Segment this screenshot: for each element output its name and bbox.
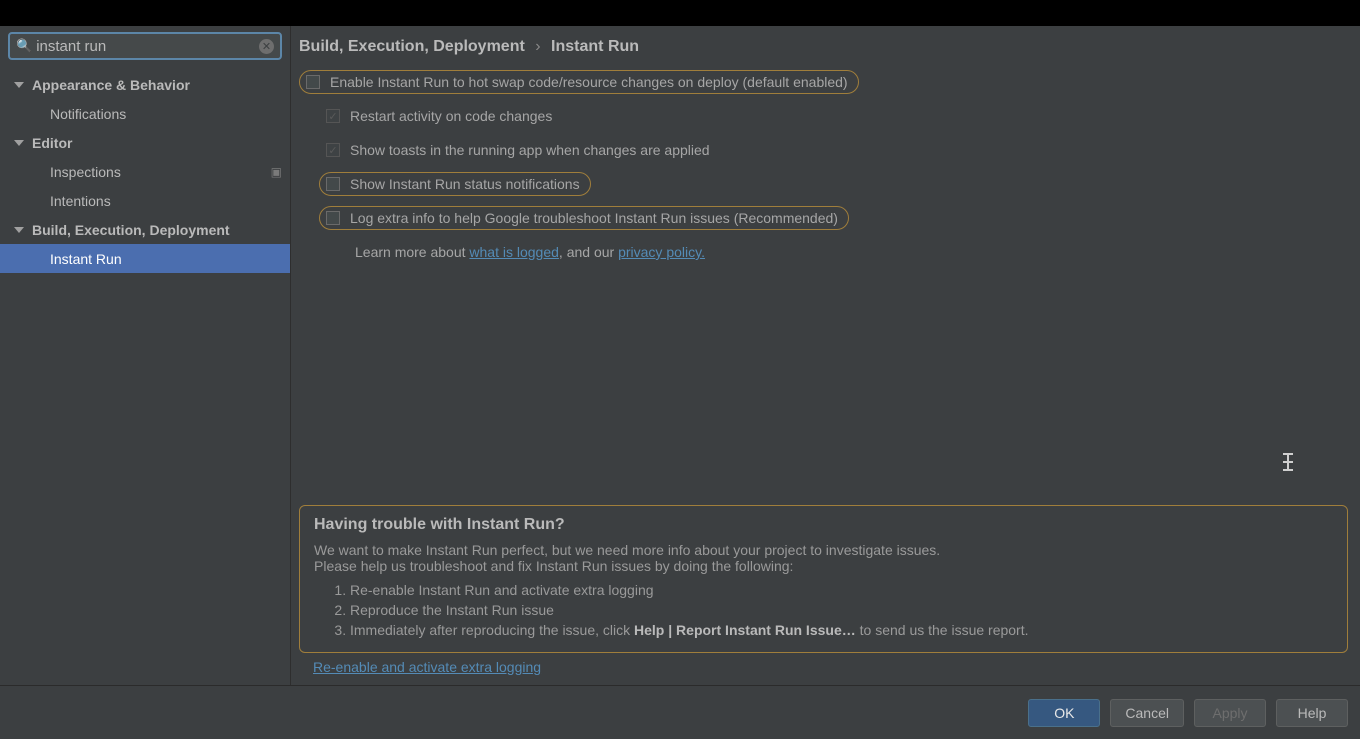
checkbox-label: Restart activity on code changes	[350, 108, 552, 124]
sidebar-item-label: Inspections	[50, 164, 121, 180]
checkbox-icon	[306, 75, 320, 89]
trouble-step-1: Re-enable Instant Run and activate extra…	[350, 582, 1333, 598]
checkbox-icon: ✓	[326, 143, 340, 157]
trouble-line-2: Please help us troubleshoot and fix Inst…	[314, 558, 1333, 574]
chevron-down-icon	[14, 227, 24, 233]
settings-tree: Appearance & Behavior Notifications Edit…	[0, 66, 290, 273]
sidebar-item-notifications[interactable]: Notifications	[0, 99, 290, 128]
checkbox-label: Show Instant Run status notifications	[350, 176, 580, 192]
checkbox-log-extra-info[interactable]: Log extra info to help Google troublesho…	[319, 206, 849, 230]
sidebar-item-inspections[interactable]: Inspections ▣	[0, 157, 290, 186]
help-button[interactable]: Help	[1276, 699, 1348, 727]
ok-button[interactable]: OK	[1028, 699, 1100, 727]
trouble-step-3: Immediately after reproducing the issue,…	[350, 622, 1333, 638]
cancel-button[interactable]: Cancel	[1110, 699, 1184, 727]
link-reenable-logging[interactable]: Re-enable and activate extra logging	[313, 659, 541, 675]
checkbox-restart-activity[interactable]: ✓ Restart activity on code changes	[319, 104, 563, 128]
breadcrumb-leaf: Instant Run	[551, 38, 639, 55]
reenable-link-row: Re-enable and activate extra logging	[313, 659, 1348, 675]
trouble-step-3-action: Help | Report Instant Run Issue…	[634, 622, 856, 638]
sidebar-group-label: Build, Execution, Deployment	[32, 222, 230, 238]
breadcrumb-sep: ›	[535, 38, 540, 55]
breadcrumb: Build, Execution, Deployment › Instant R…	[291, 26, 1360, 68]
trouble-step-2: Reproduce the Instant Run issue	[350, 602, 1333, 618]
apply-button[interactable]: Apply	[1194, 699, 1266, 727]
trouble-section: Having trouble with Instant Run? We want…	[299, 505, 1348, 675]
options-panel: Enable Instant Run to hot swap code/reso…	[291, 68, 1360, 260]
clear-search-icon[interactable]: ✕	[259, 39, 274, 54]
sidebar-group-label: Editor	[32, 135, 72, 151]
sidebar-item-intentions[interactable]: Intentions	[0, 186, 290, 215]
checkbox-icon	[326, 177, 340, 191]
checkbox-label: Log extra info to help Google troublesho…	[350, 210, 838, 226]
text-cursor-icon	[1287, 454, 1289, 470]
trouble-panel: Having trouble with Instant Run? We want…	[299, 505, 1348, 653]
main-area: 🔍 ✕ Appearance & Behavior Notifications …	[0, 26, 1360, 685]
sidebar-group-build[interactable]: Build, Execution, Deployment	[0, 215, 290, 244]
sidebar-item-label: Instant Run	[50, 251, 122, 267]
settings-content: Build, Execution, Deployment › Instant R…	[291, 26, 1360, 685]
sidebar-item-label: Intentions	[50, 193, 111, 209]
checkbox-status-notifications[interactable]: Show Instant Run status notifications	[319, 172, 591, 196]
search-input[interactable]	[36, 38, 259, 55]
sidebar-item-label: Notifications	[50, 106, 126, 122]
checkbox-show-toasts[interactable]: ✓ Show toasts in the running app when ch…	[319, 138, 721, 162]
link-privacy-policy[interactable]: privacy policy.	[618, 244, 705, 260]
sidebar-group-editor[interactable]: Editor	[0, 128, 290, 157]
sidebar-item-instant-run[interactable]: Instant Run	[0, 244, 290, 273]
link-what-is-logged[interactable]: what is logged	[469, 244, 559, 260]
dialog-button-bar: OK Cancel Apply Help	[0, 685, 1360, 739]
project-scope-icon: ▣	[271, 165, 282, 179]
chevron-down-icon	[14, 140, 24, 146]
trouble-steps: Re-enable Instant Run and activate extra…	[350, 582, 1333, 638]
checkbox-label: Show toasts in the running app when chan…	[350, 142, 710, 158]
search-icon: 🔍	[16, 38, 32, 54]
learn-mid: , and our	[559, 244, 618, 260]
search-wrap: 🔍 ✕	[0, 26, 290, 66]
checkbox-label: Enable Instant Run to hot swap code/reso…	[330, 74, 848, 90]
trouble-line-1: We want to make Instant Run perfect, but…	[314, 542, 1333, 558]
chevron-down-icon	[14, 82, 24, 88]
sidebar-group-appearance[interactable]: Appearance & Behavior	[0, 70, 290, 99]
checkbox-icon: ✓	[326, 109, 340, 123]
checkbox-icon	[326, 211, 340, 225]
breadcrumb-root: Build, Execution, Deployment	[299, 38, 525, 55]
settings-search-field[interactable]: 🔍 ✕	[8, 32, 282, 60]
settings-sidebar: 🔍 ✕ Appearance & Behavior Notifications …	[0, 26, 291, 685]
sidebar-group-label: Appearance & Behavior	[32, 77, 190, 93]
checkbox-enable-instant-run[interactable]: Enable Instant Run to hot swap code/reso…	[299, 70, 859, 94]
learn-prefix: Learn more about	[355, 244, 469, 260]
trouble-title: Having trouble with Instant Run?	[314, 516, 1333, 534]
window-titlebar	[0, 0, 1360, 26]
learn-more-line: Learn more about what is logged, and our…	[355, 244, 1352, 260]
